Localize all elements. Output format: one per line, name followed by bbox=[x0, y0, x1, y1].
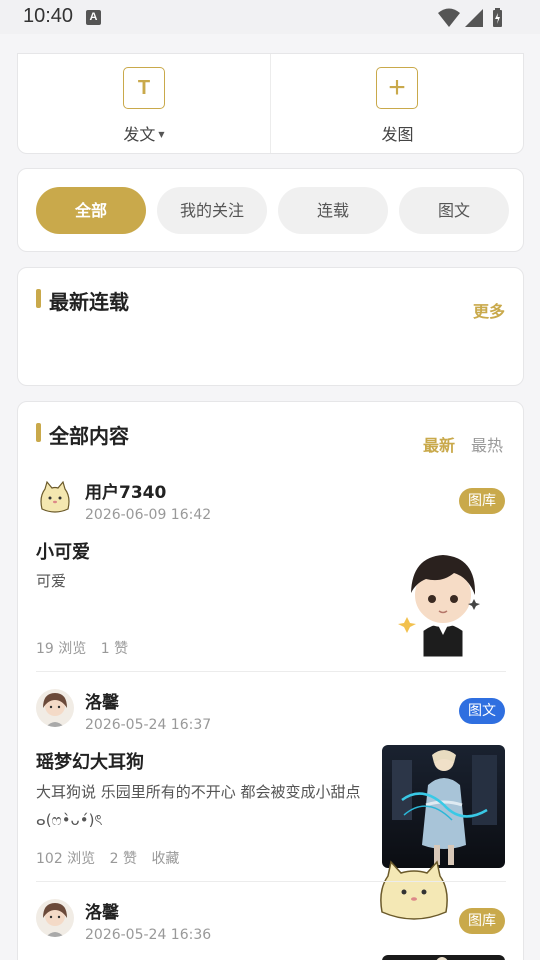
post-actions-card: T 发文 ▼ + 发图 bbox=[17, 53, 524, 154]
category-badge: 图文 bbox=[459, 698, 505, 724]
post-stats: 102 浏览 2 赞 收藏 bbox=[36, 848, 189, 868]
battery-icon bbox=[493, 8, 502, 27]
accessibility-indicator-icon: A bbox=[86, 10, 101, 25]
post-thumbnail[interactable] bbox=[382, 535, 505, 658]
post-time: 2026-05-24 16:36 bbox=[85, 927, 212, 943]
sort-newest-tab[interactable]: 最新 bbox=[423, 432, 455, 456]
item-divider bbox=[36, 881, 506, 882]
author-name[interactable]: 洛馨 bbox=[85, 688, 119, 713]
mascot-icon[interactable] bbox=[376, 856, 452, 924]
tab-all[interactable]: 全部 bbox=[36, 187, 146, 234]
status-icons bbox=[438, 7, 504, 33]
wifi-icon bbox=[438, 8, 460, 27]
category-badge: 图库 bbox=[459, 488, 505, 514]
all-content-title: 全部内容 bbox=[36, 420, 129, 449]
view-count: 102 浏览 bbox=[36, 851, 96, 867]
post-text-button[interactable]: T 发文 ▼ bbox=[18, 54, 271, 153]
add-image-icon: + bbox=[376, 67, 418, 109]
dropdown-caret-icon: ▼ bbox=[158, 130, 165, 139]
avatar[interactable] bbox=[36, 899, 74, 937]
sort-hot-tab[interactable]: 最热 bbox=[471, 432, 503, 456]
category-badge: 图库 bbox=[459, 908, 505, 934]
all-content-card: 全部内容 最新 最热 用户7340 2026-06-09 16:42 图库 小可… bbox=[17, 401, 524, 960]
author-name[interactable]: 洛馨 bbox=[85, 898, 119, 923]
post-image-label: 发图 bbox=[381, 125, 414, 144]
text-post-icon: T bbox=[123, 67, 165, 109]
favorite-button[interactable]: 收藏 bbox=[151, 851, 179, 867]
like-count[interactable]: 2 赞 bbox=[110, 851, 137, 867]
latest-serial-card: 最新连载 更多 bbox=[17, 267, 524, 386]
avatar[interactable] bbox=[36, 689, 74, 727]
post-description: 可爱 bbox=[36, 572, 67, 590]
signal-icon bbox=[465, 9, 483, 27]
post-title[interactable]: 小可爱 bbox=[36, 538, 90, 564]
author-name[interactable]: 用户7340 bbox=[85, 478, 166, 503]
status-bar: 10:40 A bbox=[0, 0, 540, 34]
post-stats: 19 浏览 1 赞 bbox=[36, 638, 138, 658]
more-link[interactable]: 更多 bbox=[473, 298, 505, 322]
item-divider bbox=[36, 671, 506, 672]
tab-serial[interactable]: 连载 bbox=[278, 187, 388, 234]
filter-tabs: 全部 我的关注 连载 图文 bbox=[17, 168, 524, 252]
post-text-label: 发文 bbox=[123, 125, 156, 144]
tab-image-text[interactable]: 图文 bbox=[399, 187, 509, 234]
post-image-button[interactable]: + 发图 bbox=[271, 54, 524, 153]
post-thumbnail[interactable] bbox=[382, 745, 505, 868]
status-time: 10:40 bbox=[23, 5, 74, 27]
view-count: 19 浏览 bbox=[36, 641, 87, 657]
latest-serial-title: 最新连载 bbox=[36, 286, 129, 315]
tab-following[interactable]: 我的关注 bbox=[157, 187, 267, 234]
post-title[interactable]: 瑶梦幻大耳狗 bbox=[36, 748, 144, 774]
post-thumbnail[interactable] bbox=[382, 955, 505, 960]
like-count[interactable]: 1 赞 bbox=[101, 641, 128, 657]
avatar[interactable] bbox=[36, 479, 74, 517]
post-description: 大耳狗说 乐园里所有的不开心 都会被变成小甜点ⴰ(ෆ•̀ᴗ•́)ৎ bbox=[36, 783, 361, 829]
post-time: 2026-06-09 16:42 bbox=[85, 507, 212, 523]
post-time: 2026-05-24 16:37 bbox=[85, 717, 212, 733]
